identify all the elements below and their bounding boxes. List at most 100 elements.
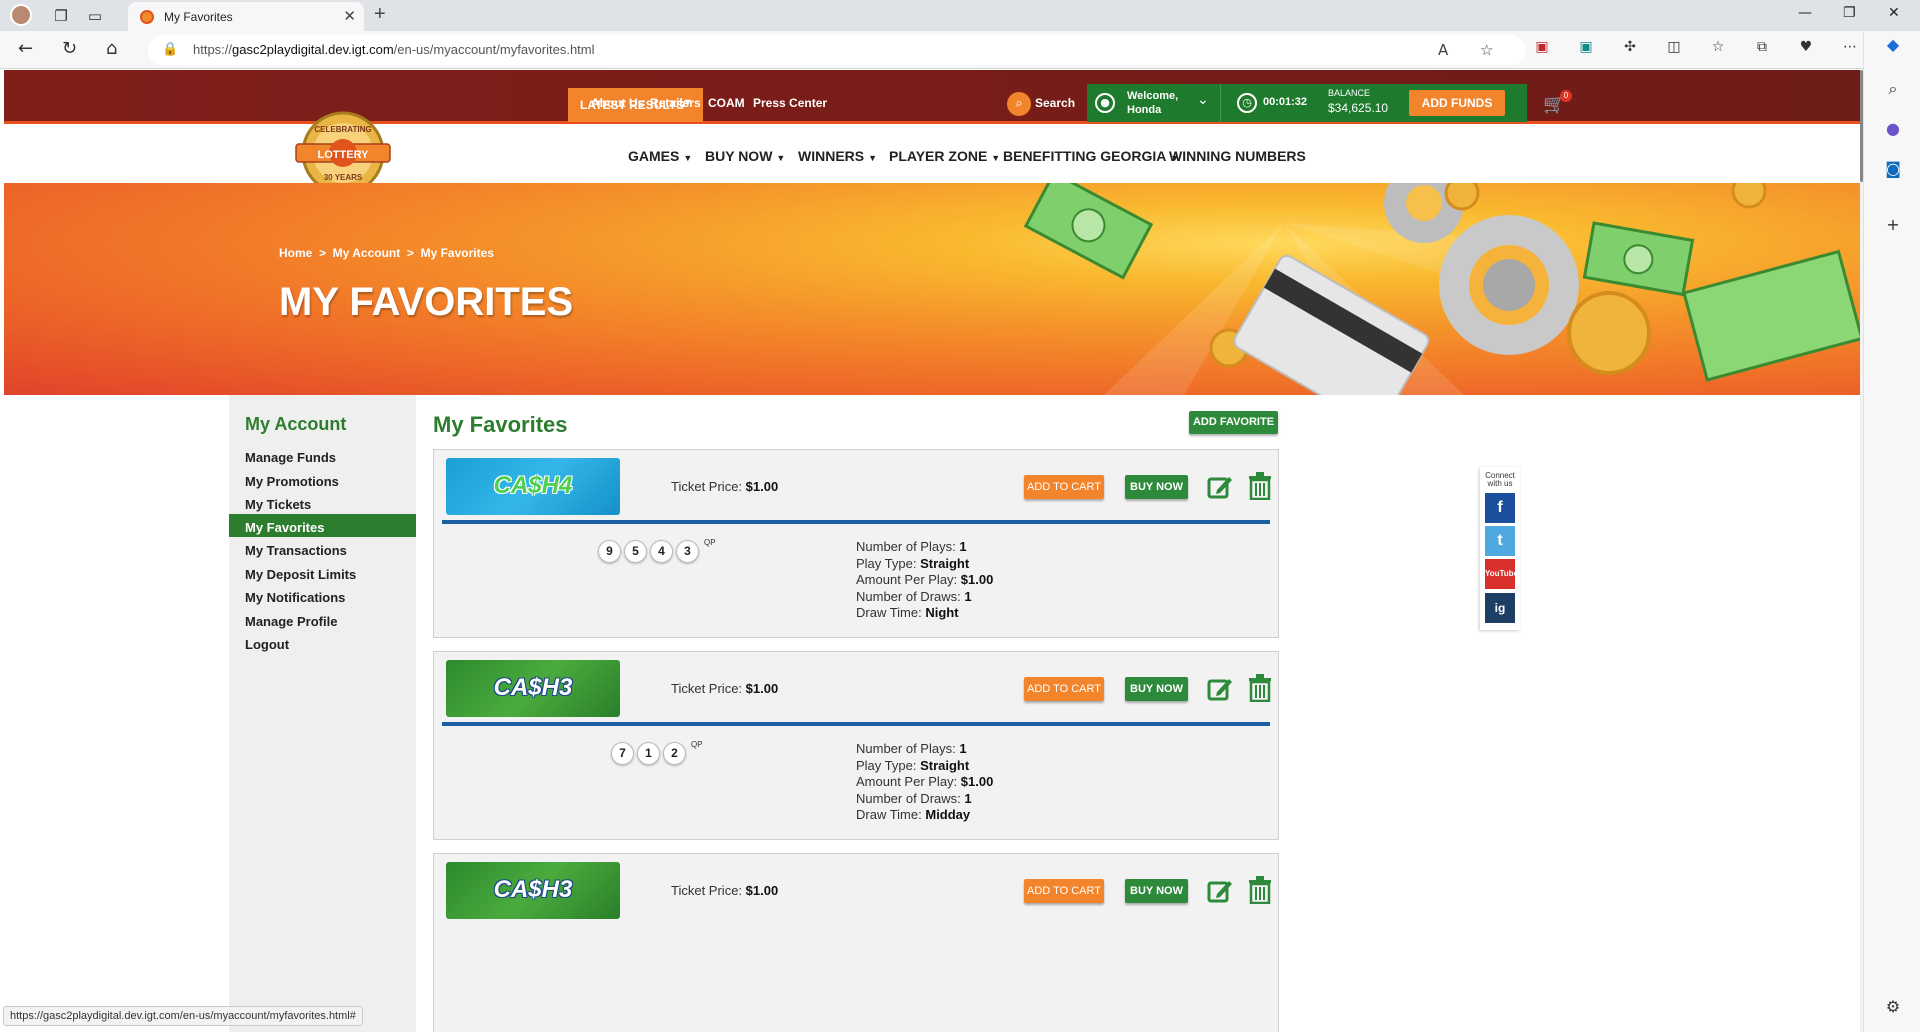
page-viewport: LATEST RESULTS ▼ About Us Retailers COAM …	[4, 70, 1860, 1032]
number-ball: 7	[611, 742, 634, 765]
split-screen-icon[interactable]: ◫	[1664, 39, 1684, 59]
game-logo-cash4[interactable]: CA$H4	[446, 458, 620, 515]
edit-icon[interactable]	[1207, 474, 1233, 500]
nav-winners[interactable]: WINNERS ▼	[798, 148, 877, 164]
sidebar-item-my-deposit-limits[interactable]: My Deposit Limits	[245, 567, 356, 582]
divider	[1220, 84, 1221, 122]
favorites-icon[interactable]: ☆	[1708, 39, 1728, 59]
close-window-icon[interactable]: ✕	[1888, 5, 1900, 21]
minimize-icon[interactable]: —	[1798, 5, 1812, 21]
breadcrumb[interactable]: Home > My Account > My Favorites	[279, 246, 494, 260]
favorite-star-icon[interactable]: ☆	[1480, 41, 1493, 59]
cart-count-badge: 0	[1560, 90, 1572, 102]
sidebar-item-logout[interactable]: Logout	[245, 637, 289, 652]
buy-now-button[interactable]: BUY NOW	[1125, 879, 1188, 903]
sidebar-item-manage-profile[interactable]: Manage Profile	[245, 614, 337, 629]
nav-buy-now[interactable]: BUY NOW ▼	[705, 148, 785, 164]
sidebar-item-my-favorites[interactable]: My Favorites	[245, 520, 324, 535]
extension-teal-icon[interactable]: ▣	[1576, 39, 1596, 59]
ticket-price: Ticket Price: $1.00	[671, 479, 779, 494]
add-funds-button[interactable]: ADD FUNDS	[1409, 90, 1505, 116]
number-ball: 2	[663, 742, 686, 765]
instagram-icon[interactable]: ig	[1485, 593, 1515, 623]
restore-icon[interactable]: ❐	[1843, 5, 1856, 21]
social-label: Connect with us	[1485, 471, 1515, 488]
caret-down-icon: ▼	[683, 153, 693, 163]
browser-tab-active[interactable]: My Favorites ✕	[128, 2, 364, 31]
nav-winning-numbers[interactable]: WINNING NUMBERS	[1169, 148, 1306, 164]
game-logo-cash3[interactable]: CA$H3	[446, 660, 620, 717]
selected-numbers: 7 1 2 QP	[611, 740, 703, 765]
add-to-cart-button[interactable]: ADD TO CART	[1024, 475, 1104, 499]
nav-games[interactable]: GAMES ▼	[628, 148, 692, 164]
about-us-link[interactable]: About Us	[591, 96, 644, 110]
lock-icon[interactable]: 🔒	[162, 41, 178, 57]
edit-icon[interactable]	[1207, 878, 1233, 904]
user-icon: ●	[1095, 93, 1115, 113]
card-divider	[442, 722, 1270, 726]
page-title: MY FAVORITES	[279, 280, 574, 324]
quick-pick-label: QP	[704, 538, 716, 547]
extension-red-icon[interactable]: ▣	[1532, 39, 1552, 59]
favorite-card: CA$H3 Ticket Price: $1.00 ADD TO CART BU…	[433, 651, 1279, 840]
sidebar-item-manage-funds[interactable]: Manage Funds	[245, 450, 336, 465]
delete-trash-icon[interactable]	[1248, 876, 1272, 904]
caret-down-icon: ▼	[868, 153, 878, 163]
copilot-icon[interactable]: ◆	[1882, 35, 1904, 57]
nav-player-zone[interactable]: PLAYER ZONE ▼	[889, 148, 1000, 164]
sidebar-item-my-notifications[interactable]: My Notifications	[245, 590, 345, 605]
search-sidebar-icon[interactable]: ⌕	[1882, 79, 1904, 101]
facebook-icon[interactable]: f	[1485, 493, 1515, 523]
press-center-link[interactable]: Press Center	[753, 96, 827, 110]
scrollbar-thumb[interactable]	[1860, 70, 1863, 182]
new-tab-icon[interactable]: +	[374, 3, 386, 26]
refresh-icon[interactable]: ↻	[62, 38, 77, 59]
extensions-icon[interactable]: ✣	[1620, 39, 1640, 59]
quick-pick-label: QP	[691, 740, 703, 749]
performance-icon[interactable]: ♥	[1796, 39, 1816, 59]
add-sidebar-icon[interactable]: +	[1882, 215, 1904, 237]
welcome-text[interactable]: Welcome, Honda	[1127, 89, 1178, 117]
search-icon[interactable]: ⌕	[1007, 92, 1031, 116]
twitter-icon[interactable]: t	[1485, 526, 1515, 556]
utility-bar: LATEST RESULTS ▼ About Us Retailers COAM …	[4, 70, 1860, 124]
sidebar-item-my-transactions[interactable]: My Transactions	[245, 543, 347, 558]
tab-close-icon[interactable]: ✕	[343, 7, 356, 25]
buy-now-button[interactable]: BUY NOW	[1125, 677, 1188, 701]
copilot-sidebar-icon[interactable]: ●	[1882, 119, 1904, 141]
session-timer: 00:01:32	[1263, 96, 1308, 108]
nav-benefitting-georgia[interactable]: BENEFITTING GEORGIA ▼	[1003, 148, 1179, 164]
outlook-icon[interactable]: ◙	[1882, 159, 1904, 181]
youtube-icon[interactable]: YouTube	[1485, 559, 1518, 589]
account-chevron-icon[interactable]: ⌄	[1197, 92, 1209, 108]
more-menu-icon[interactable]: ⋯	[1840, 39, 1860, 59]
retailers-link[interactable]: Retailers	[650, 96, 701, 110]
delete-trash-icon[interactable]	[1248, 674, 1272, 702]
back-icon[interactable]: ←	[18, 38, 33, 59]
number-ball: 5	[624, 540, 647, 563]
add-to-cart-button[interactable]: ADD TO CART	[1024, 879, 1104, 903]
page-scrollbar[interactable]	[1860, 70, 1863, 1032]
read-aloud-icon[interactable]: A	[1438, 41, 1448, 59]
collections-icon[interactable]: ⧉	[1752, 39, 1772, 59]
edit-icon[interactable]	[1207, 676, 1233, 702]
ticket-price: Ticket Price: $1.00	[671, 681, 779, 696]
search-link[interactable]: Search	[1035, 96, 1075, 110]
settings-gear-icon[interactable]: ⚙	[1882, 997, 1904, 1019]
delete-trash-icon[interactable]	[1248, 472, 1272, 500]
profile-avatar[interactable]	[10, 4, 32, 26]
home-icon[interactable]: ⌂	[106, 38, 117, 59]
sidebar-item-my-tickets[interactable]: My Tickets	[245, 497, 311, 512]
workspaces-icon[interactable]: ❐	[50, 5, 72, 27]
add-to-cart-button[interactable]: ADD TO CART	[1024, 677, 1104, 701]
number-ball: 3	[676, 540, 699, 563]
sidebar-item-my-promotions[interactable]: My Promotions	[245, 474, 339, 489]
add-favorite-button[interactable]: ADD FAVORITE	[1189, 411, 1278, 434]
coam-link[interactable]: COAM	[708, 96, 745, 110]
game-logo-cash3[interactable]: CA$H3	[446, 862, 620, 919]
buy-now-button[interactable]: BUY NOW	[1125, 475, 1188, 499]
caret-down-icon: ▼	[776, 153, 786, 163]
tab-actions-icon[interactable]: ▭	[84, 5, 106, 27]
number-ball: 4	[650, 540, 673, 563]
address-bar[interactable]: 🔒 https://gasc2playdigital.dev.igt.com/e…	[148, 35, 1526, 65]
